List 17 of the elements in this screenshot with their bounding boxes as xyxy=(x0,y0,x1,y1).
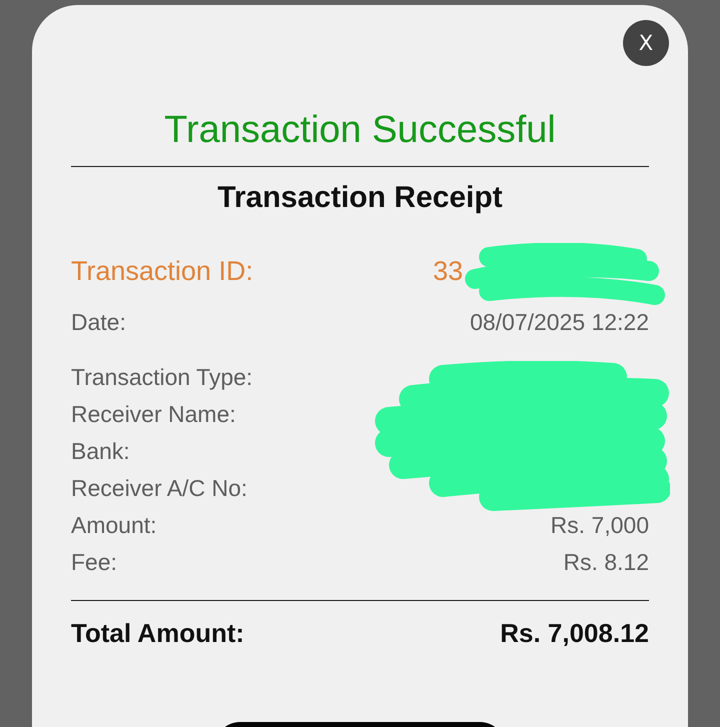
field-label: Receiver A/C No: xyxy=(71,475,248,502)
field-value: Rs. 7,000 xyxy=(550,512,649,539)
field-label: Date: xyxy=(71,308,126,336)
total-label: Total Amount: xyxy=(71,618,244,648)
field-label: Amount: xyxy=(71,512,157,539)
field-label: Transaction Type: xyxy=(71,364,253,391)
field-value: 33 xyxy=(433,256,464,286)
field-label: Receiver Name: xyxy=(71,401,236,428)
field-label: Transaction ID: xyxy=(71,256,254,286)
total-value: Rs. 7,008.12 xyxy=(500,618,649,648)
field-label: Bank: xyxy=(71,438,130,465)
receipt-title: Transaction Receipt xyxy=(216,180,504,216)
close-button[interactable]: X xyxy=(623,20,669,66)
field-value: 08/07/2025 12:22 xyxy=(470,308,649,336)
field-value: Rs. 8.12 xyxy=(563,549,649,576)
status-title: Transaction Successful xyxy=(163,108,557,152)
field-label: Fee: xyxy=(71,549,118,576)
